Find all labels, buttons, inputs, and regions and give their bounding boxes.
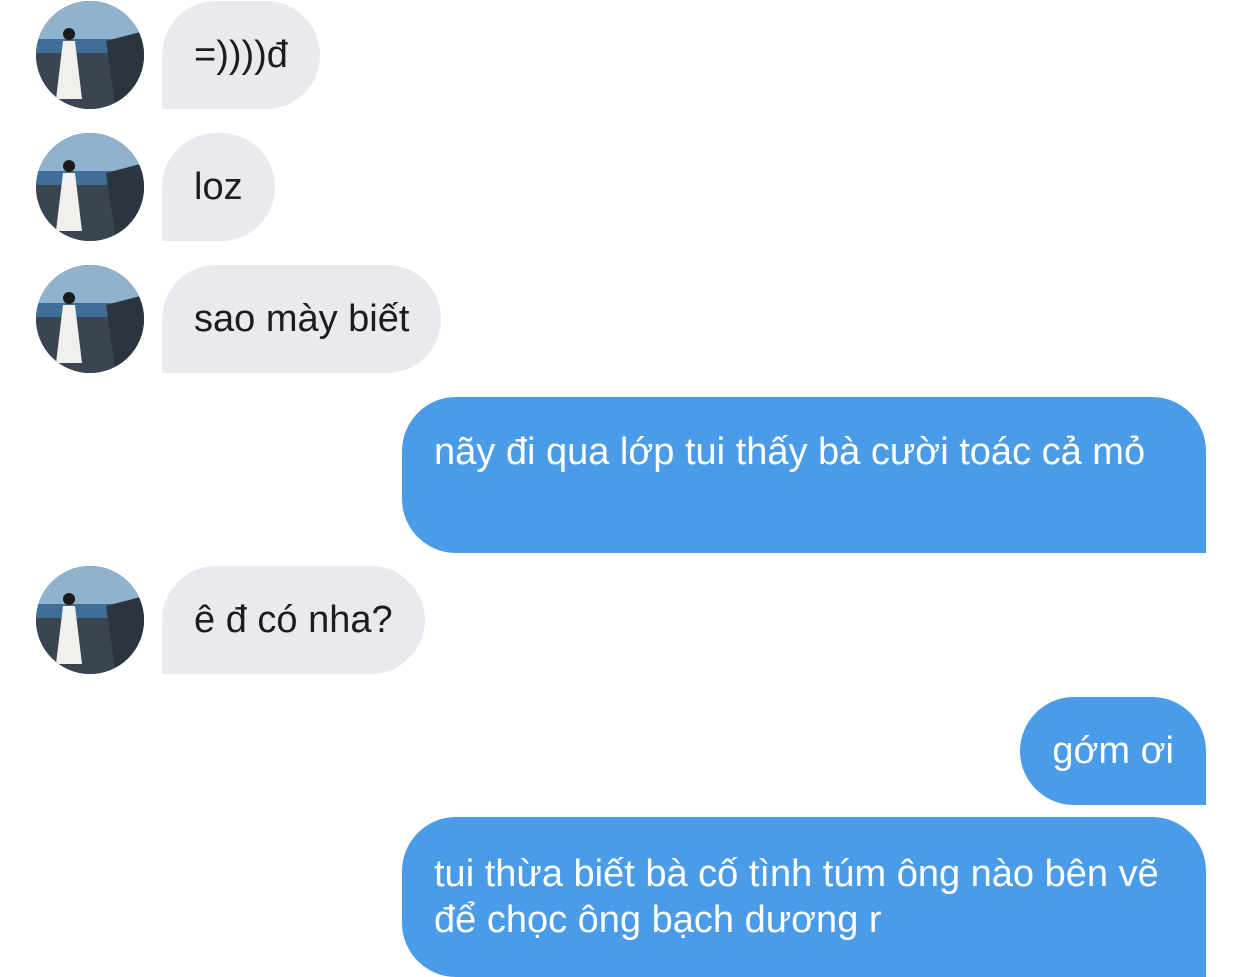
message-row: =))))đ — [0, 0, 1242, 110]
message-row: sao mày biết — [0, 264, 1242, 374]
message-bubble-incoming[interactable]: sao mày biết — [162, 265, 442, 373]
message-row: nãy đi qua lớp tui thấy bà cười toác cả … — [0, 397, 1242, 553]
avatar[interactable] — [36, 133, 144, 241]
avatar[interactable] — [36, 566, 144, 674]
message-bubble-incoming[interactable]: ê đ có nha? — [162, 566, 425, 674]
avatar-photo-icon — [36, 265, 144, 373]
message-row: tui thừa biết bà cố tình túm ông nào bên… — [0, 817, 1242, 977]
message-bubble-outgoing[interactable]: tui thừa biết bà cố tình túm ông nào bên… — [402, 817, 1206, 977]
message-row: gớm ơi — [0, 697, 1242, 805]
avatar-photo-icon — [36, 133, 144, 241]
avatar[interactable] — [36, 1, 144, 109]
message-row: loz — [0, 132, 1242, 242]
avatar-photo-icon — [36, 1, 144, 109]
message-row: ê đ có nha? — [0, 565, 1242, 675]
avatar[interactable] — [36, 265, 144, 373]
message-bubble-outgoing[interactable]: nãy đi qua lớp tui thấy bà cười toác cả … — [402, 397, 1206, 553]
avatar-photo-icon — [36, 566, 144, 674]
message-bubble-incoming[interactable]: loz — [162, 133, 275, 241]
message-bubble-incoming[interactable]: =))))đ — [162, 1, 320, 109]
message-bubble-outgoing[interactable]: gớm ơi — [1020, 697, 1206, 805]
message-thread: =))))đ loz sao mày biết nãy đi qua lớp t… — [0, 0, 1242, 977]
